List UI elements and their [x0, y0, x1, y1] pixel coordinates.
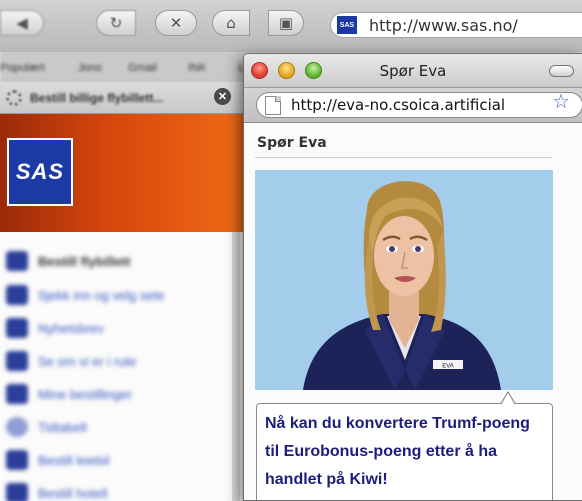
bookmark-item[interactable]: Gmail [128, 62, 157, 74]
popup-content: Spør Eva EVA Nå kan du konvertere Trumf-… [244, 123, 582, 500]
popup-url-bar[interactable]: http://eva-no.csoica.artificial [256, 92, 582, 118]
sas-favicon-icon: SAS [337, 16, 357, 34]
stop-icon: ✕ [169, 14, 183, 32]
popup-url-text: http://eva-no.csoica.artificial [291, 96, 506, 114]
screen-button[interactable]: ▣ [268, 10, 304, 36]
menu-item-car-rental[interactable]: Bestill leiebil [6, 450, 110, 470]
car-icon [6, 450, 28, 470]
menu-item-label: Bestill leiebil [38, 452, 110, 468]
menu-item-label: Bestill hotell [38, 485, 108, 501]
back-arrow-icon: ◀ [16, 14, 28, 32]
home-button[interactable]: ⌂ [212, 10, 250, 36]
reload-button[interactable]: ↻ [96, 10, 136, 36]
popup-window-title: Spør Eva [379, 62, 447, 80]
bookmark-item[interactable]: Jono [78, 62, 102, 74]
menu-item-hotel[interactable]: Bestill hotell [6, 483, 107, 501]
menu-item-timetable[interactable]: Tidtabell [6, 417, 87, 437]
menu-item-label: Bestill flybillett [38, 253, 131, 269]
eva-badge-text: EVA [442, 364, 454, 370]
timetable-icon [6, 417, 28, 437]
eva-speech-bubble: Nå kan du konvertere Trumf-poeng til Eur… [256, 391, 553, 500]
hotel-icon [6, 483, 28, 501]
bookmark-item[interactable]: INK [188, 62, 206, 74]
page-icon [265, 95, 281, 115]
menu-item-book-flight[interactable]: Bestill flybillett [6, 251, 130, 271]
popup-url-toolbar: http://eva-no.csoica.artificial ☆ [244, 88, 582, 123]
home-icon: ⌂ [226, 14, 236, 32]
briefcase-icon [6, 384, 28, 404]
eva-speech-text: Nå kan du konvertere Trumf-poeng til Eur… [265, 415, 530, 488]
menu-item-newsletter[interactable]: Nyhetsbrev [6, 318, 104, 338]
menu-item-label: Mine bestillinger [38, 386, 132, 402]
sas-logo[interactable]: SAS [7, 138, 73, 206]
background-toolbar: ◀ ↻ ✕ ⌂ ▣ SAS http://www.sas.no/ [0, 0, 582, 52]
menu-item-flight-status[interactable]: Se om vi er i rute [6, 351, 136, 371]
eva-avatar-frame: EVA [255, 170, 553, 390]
seat-icon [6, 285, 28, 305]
background-url-text: http://www.sas.no/ [369, 15, 518, 35]
back-button[interactable]: ◀ [0, 10, 44, 36]
tab-close-icon[interactable]: ✕ [214, 88, 231, 105]
heading-divider [255, 157, 552, 158]
bookmark-star-icon[interactable]: ☆ [552, 89, 570, 114]
screen-icon: ▣ [278, 14, 294, 32]
popup-title-bar[interactable]: Spør Eva [244, 54, 582, 88]
menu-item-check-in[interactable]: Sjekk inn og velg sete [6, 285, 164, 305]
eva-avatar-image: EVA [303, 181, 501, 390]
menu-item-my-bookings[interactable]: Mine bestillinger [6, 384, 132, 404]
toolbar-toggle-button[interactable] [549, 65, 574, 77]
panel-heading: Spør Eva [257, 135, 327, 151]
reload-icon: ↻ [109, 14, 123, 32]
clock-icon [6, 351, 28, 371]
envelope-icon [6, 318, 28, 338]
plane-icon [6, 251, 28, 271]
menu-item-label: Se om vi er i rute [38, 353, 137, 369]
menu-item-label: Tidtabell [38, 419, 87, 435]
menu-item-label: Sjekk inn og velg sete [38, 287, 165, 303]
menu-item-label: Nyhetsbrev [38, 320, 104, 336]
background-tab-title[interactable]: Bestill billige flybillett... [30, 91, 163, 105]
spor-eva-popup-window: Spør Eva http://eva-no.csoica.artificial… [243, 53, 582, 501]
bookmark-item[interactable]: Populært [0, 62, 45, 74]
stop-button[interactable]: ✕ [155, 10, 197, 36]
loading-spinner-icon [6, 90, 22, 106]
content-divider [232, 232, 240, 501]
background-url-bar[interactable]: SAS http://www.sas.no/ [330, 12, 582, 38]
